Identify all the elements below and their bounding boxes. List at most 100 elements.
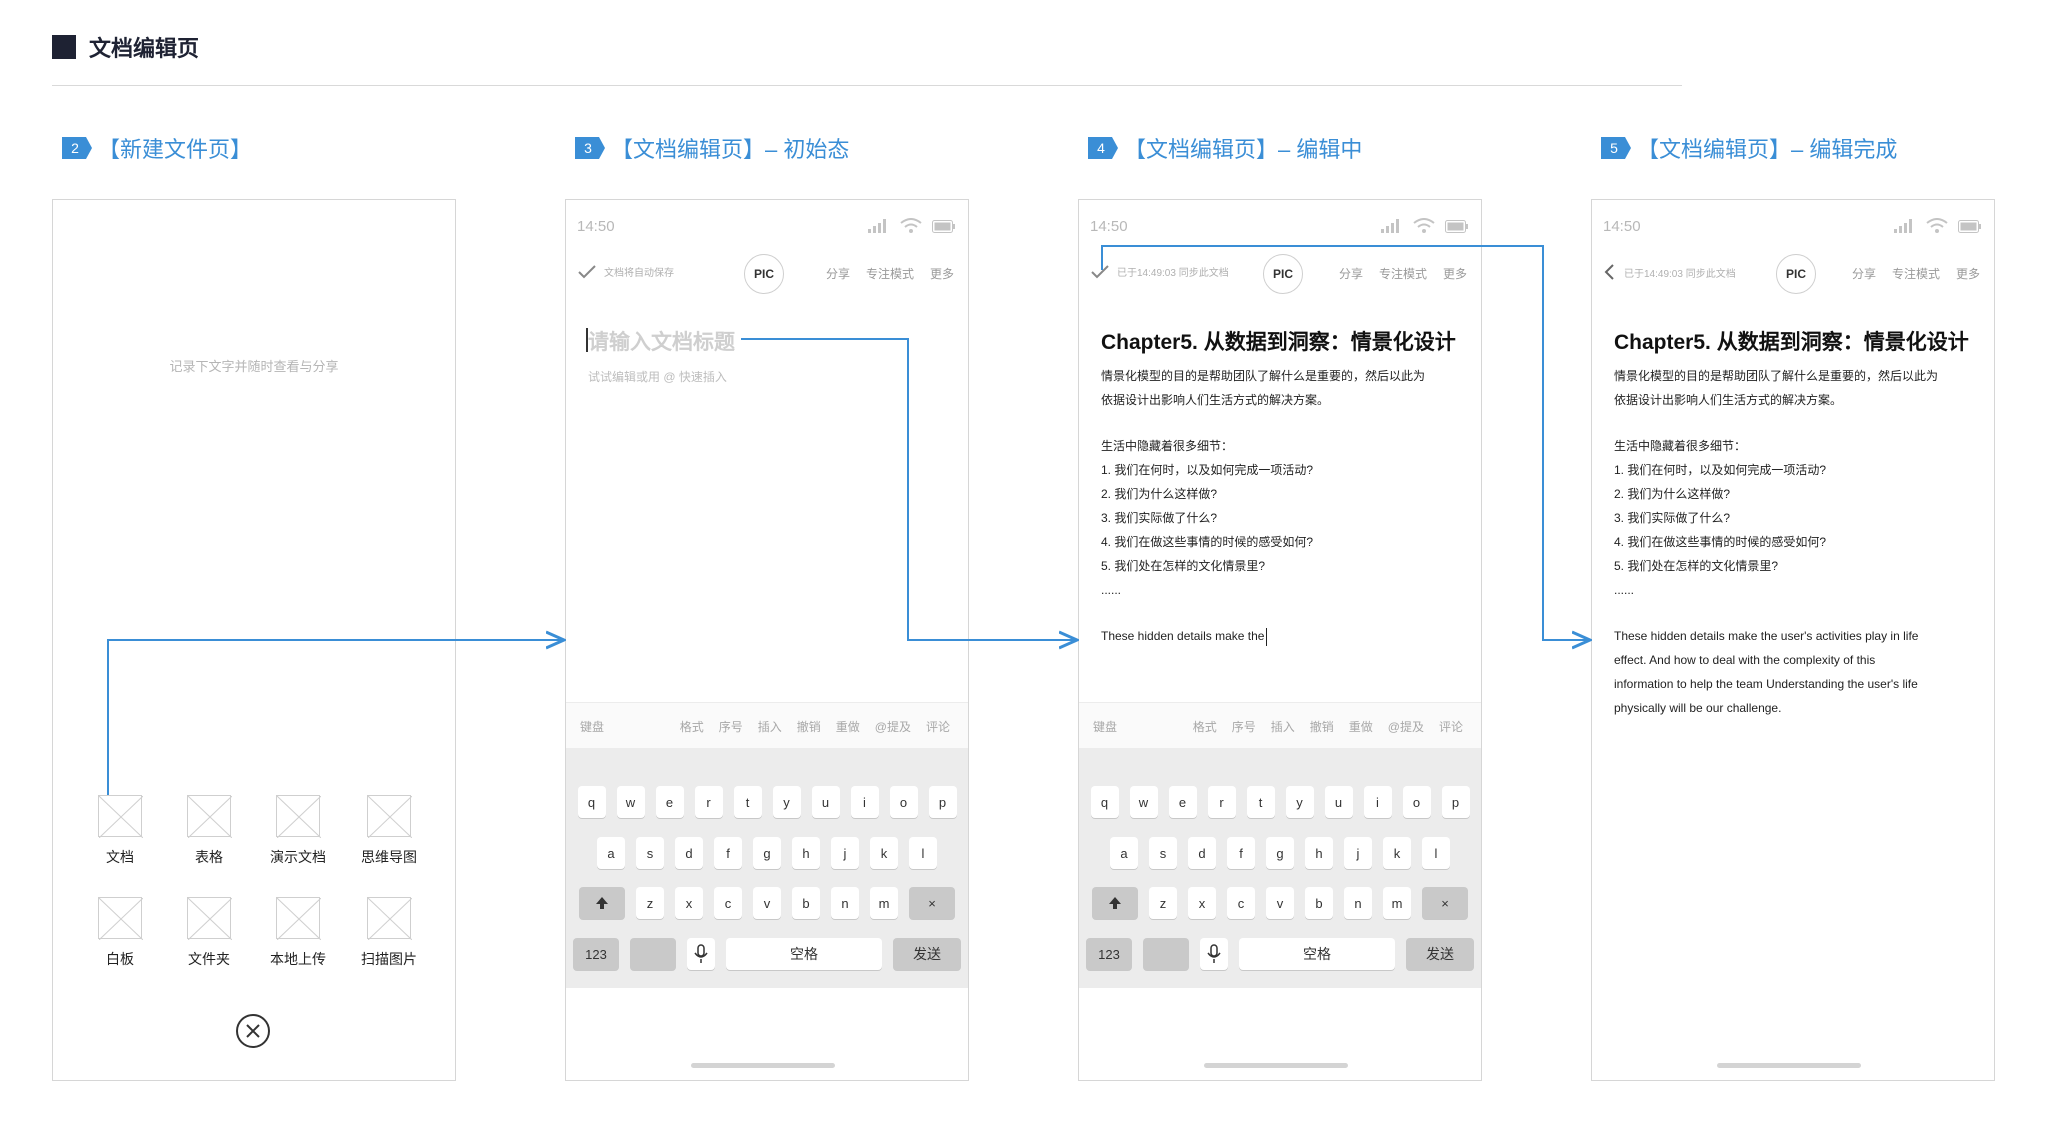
tool-mention[interactable]: @提及 xyxy=(875,718,911,735)
more-button[interactable]: 更多 xyxy=(930,265,954,282)
numbers-key[interactable]: 123 xyxy=(573,938,619,970)
key[interactable]: j xyxy=(831,837,859,869)
emoji-key[interactable] xyxy=(1143,938,1189,970)
key[interactable]: e xyxy=(655,786,684,818)
key[interactable]: v xyxy=(753,887,781,919)
key[interactable]: b xyxy=(1305,887,1333,919)
key[interactable]: p xyxy=(928,786,957,818)
key[interactable]: o xyxy=(889,786,918,818)
mic-key[interactable] xyxy=(1200,938,1228,970)
key[interactable]: d xyxy=(675,837,703,869)
tool-undo[interactable]: 撤销 xyxy=(1310,718,1334,735)
key[interactable]: z xyxy=(1149,887,1177,919)
share-button[interactable]: 分享 xyxy=(1339,265,1363,282)
tool-list[interactable]: 序号 xyxy=(1232,718,1256,735)
key[interactable]: e xyxy=(1168,786,1197,818)
space-key[interactable]: 空格 xyxy=(726,938,882,970)
new-whiteboard-item[interactable]: 白板 xyxy=(80,897,160,969)
key[interactable]: l xyxy=(909,837,937,869)
tool-insert[interactable]: 插入 xyxy=(758,718,782,735)
more-button[interactable]: 更多 xyxy=(1956,265,1980,282)
delete-key[interactable]: × xyxy=(909,887,955,919)
key[interactable]: u xyxy=(1324,786,1353,818)
send-key[interactable]: 发送 xyxy=(893,938,961,970)
send-key[interactable]: 发送 xyxy=(1406,938,1474,970)
key[interactable]: y xyxy=(772,786,801,818)
body-hint[interactable]: 试试编辑或用 @ 快速插入 xyxy=(588,368,727,385)
key[interactable]: m xyxy=(870,887,898,919)
doc-body[interactable]: 情景化模型的目的是帮助团队了解什么是重要的，然后以此为 依据设计出影响人们生活方… xyxy=(1101,364,1471,648)
key[interactable]: t xyxy=(1246,786,1275,818)
mic-key[interactable] xyxy=(687,938,715,970)
key[interactable]: g xyxy=(753,837,781,869)
new-folder-item[interactable]: 文件夹 xyxy=(169,897,249,969)
key[interactable]: h xyxy=(1305,837,1333,869)
share-button[interactable]: 分享 xyxy=(826,265,850,282)
new-doc-item[interactable]: 文档 xyxy=(80,795,160,867)
shift-key[interactable] xyxy=(1092,887,1138,919)
key[interactable]: u xyxy=(811,786,840,818)
key[interactable]: j xyxy=(1344,837,1372,869)
tool-keyboard[interactable]: 键盘 xyxy=(1093,718,1117,735)
key[interactable]: q xyxy=(577,786,606,818)
avatar[interactable]: PIC xyxy=(1263,254,1303,294)
key[interactable]: b xyxy=(792,887,820,919)
tool-format[interactable]: 格式 xyxy=(1193,718,1217,735)
local-upload-item[interactable]: 本地上传 xyxy=(258,897,338,969)
key[interactable]: x xyxy=(675,887,703,919)
more-button[interactable]: 更多 xyxy=(1443,265,1467,282)
avatar[interactable]: PIC xyxy=(744,254,784,294)
space-key[interactable]: 空格 xyxy=(1239,938,1395,970)
key[interactable]: h xyxy=(792,837,820,869)
key[interactable]: g xyxy=(1266,837,1294,869)
key[interactable]: f xyxy=(714,837,742,869)
emoji-key[interactable] xyxy=(630,938,676,970)
key[interactable]: c xyxy=(714,887,742,919)
new-sheet-item[interactable]: 表格 xyxy=(169,795,249,867)
tool-undo[interactable]: 撤销 xyxy=(797,718,821,735)
key[interactable]: w xyxy=(1129,786,1158,818)
doc-title[interactable]: Chapter5. 从数据到洞察：情景化设计 xyxy=(1614,326,1969,356)
tool-redo[interactable]: 重做 xyxy=(1349,718,1373,735)
key[interactable]: r xyxy=(694,786,723,818)
tool-redo[interactable]: 重做 xyxy=(836,718,860,735)
key[interactable]: l xyxy=(1422,837,1450,869)
scan-image-item[interactable]: 扫描图片 xyxy=(349,897,429,969)
share-button[interactable]: 分享 xyxy=(1852,265,1876,282)
key[interactable]: y xyxy=(1285,786,1314,818)
key[interactable]: q xyxy=(1090,786,1119,818)
numbers-key[interactable]: 123 xyxy=(1086,938,1132,970)
key[interactable]: k xyxy=(870,837,898,869)
key[interactable]: a xyxy=(597,837,625,869)
back-chevron-icon[interactable] xyxy=(1604,264,1616,280)
new-slides-item[interactable]: 演示文档 xyxy=(258,795,338,867)
close-circle-icon[interactable] xyxy=(235,1013,271,1054)
key[interactable]: w xyxy=(616,786,645,818)
focus-mode-button[interactable]: 专注模式 xyxy=(1379,265,1427,282)
key[interactable]: t xyxy=(733,786,762,818)
title-input[interactable]: 请输入文档标题 xyxy=(588,326,735,356)
tool-comment[interactable]: 评论 xyxy=(926,718,950,735)
avatar[interactable]: PIC xyxy=(1776,254,1816,294)
key[interactable]: a xyxy=(1110,837,1138,869)
doc-title[interactable]: Chapter5. 从数据到洞察：情景化设计 xyxy=(1101,326,1456,356)
focus-mode-button[interactable]: 专注模式 xyxy=(1892,265,1940,282)
key[interactable]: s xyxy=(636,837,664,869)
shift-key[interactable] xyxy=(579,887,625,919)
key[interactable]: d xyxy=(1188,837,1216,869)
doc-body[interactable]: 情景化模型的目的是帮助团队了解什么是重要的，然后以此为 依据设计出影响人们生活方… xyxy=(1614,364,1984,720)
tool-keyboard[interactable]: 键盘 xyxy=(580,718,604,735)
delete-key[interactable]: × xyxy=(1422,887,1468,919)
key[interactable]: i xyxy=(850,786,879,818)
key[interactable]: p xyxy=(1441,786,1470,818)
tool-list[interactable]: 序号 xyxy=(719,718,743,735)
key[interactable]: n xyxy=(1344,887,1372,919)
key[interactable]: f xyxy=(1227,837,1255,869)
key[interactable]: v xyxy=(1266,887,1294,919)
tool-comment[interactable]: 评论 xyxy=(1439,718,1463,735)
key[interactable]: s xyxy=(1149,837,1177,869)
key[interactable]: x xyxy=(1188,887,1216,919)
key[interactable]: k xyxy=(1383,837,1411,869)
tool-format[interactable]: 格式 xyxy=(680,718,704,735)
new-mindmap-item[interactable]: 思维导图 xyxy=(349,795,429,867)
